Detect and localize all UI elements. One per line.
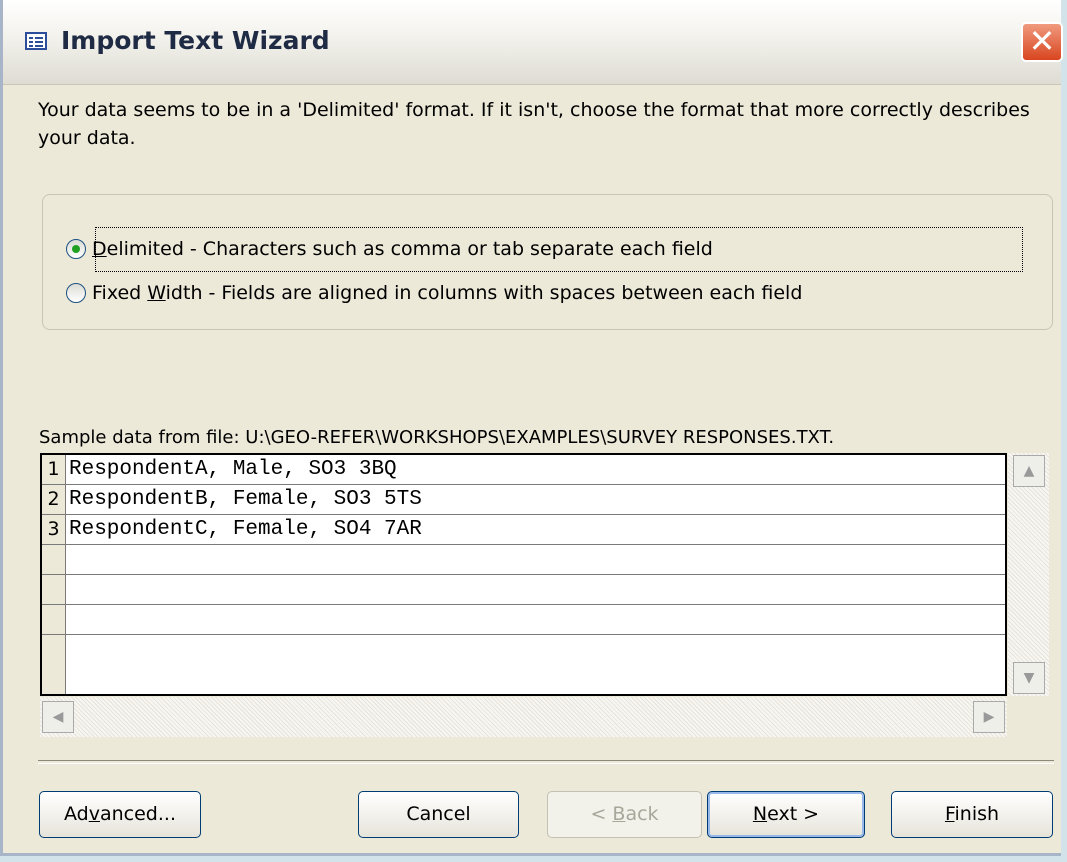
scroll-up-icon[interactable]: ▲ [1013, 455, 1045, 487]
row-number [42, 575, 66, 604]
finish-button[interactable]: Finish [891, 791, 1053, 838]
row-number: 3 [42, 515, 66, 544]
advanced-button[interactable]: Advanced... [39, 791, 201, 838]
table-row [42, 605, 1005, 635]
radio-delimited[interactable]: Delimited - Characters such as comma or … [66, 235, 713, 263]
radio-fixed-width[interactable]: Fixed Width - Fields are aligned in colu… [66, 279, 802, 307]
table-row [42, 575, 1005, 605]
radio-delimited-button[interactable] [66, 239, 86, 259]
row-number [42, 635, 66, 694]
close-button[interactable]: ✕ [1021, 22, 1063, 62]
radio-fixed-width-button[interactable] [66, 283, 86, 303]
import-text-wizard-dialog: Import Text Wizard ✕ Your data seems to … [0, 0, 1063, 856]
sample-preview-grid[interactable]: 1 RespondentA, Male, SO3 3BQ 2 Responden… [40, 453, 1007, 696]
back-button[interactable]: < Back [547, 791, 702, 838]
table-row [42, 635, 1005, 694]
table-row: 3 RespondentC, Female, SO4 7AR [42, 515, 1005, 545]
vertical-scrollbar[interactable]: ▲ ▼ [1008, 453, 1049, 696]
cancel-button[interactable]: Cancel [358, 791, 519, 838]
scroll-left-icon[interactable]: ◀ [42, 701, 74, 733]
sample-data-label: Sample data from file: U:\GEO-REFER\WORK… [39, 427, 835, 448]
button-divider [38, 760, 1054, 764]
horizontal-scrollbar[interactable]: ◀ ▶ [40, 697, 1007, 737]
scroll-down-icon[interactable]: ▼ [1013, 662, 1045, 694]
row-number: 1 [42, 455, 66, 484]
row-text: RespondentC, Female, SO4 7AR [69, 518, 422, 541]
wizard-table-icon [25, 32, 47, 50]
title-bar[interactable]: Import Text Wizard ✕ [3, 0, 1063, 85]
row-text: RespondentA, Male, SO3 3BQ [69, 458, 397, 481]
row-number [42, 545, 66, 574]
row-number [42, 605, 66, 634]
row-number: 2 [42, 485, 66, 514]
table-row: 1 RespondentA, Male, SO3 3BQ [42, 455, 1005, 485]
window-title: Import Text Wizard [61, 26, 330, 55]
intro-text: Your data seems to be in a 'Delimited' f… [38, 99, 1030, 149]
scroll-right-icon[interactable]: ▶ [973, 701, 1005, 733]
table-row: 2 RespondentB, Female, SO3 5TS [42, 485, 1005, 515]
row-text: RespondentB, Female, SO3 5TS [69, 488, 422, 511]
radio-delimited-label[interactable]: Delimited - Characters such as comma or … [92, 238, 713, 260]
table-row [42, 545, 1005, 575]
next-button[interactable]: Next > [707, 791, 865, 838]
radio-fixed-width-label[interactable]: Fixed Width - Fields are aligned in colu… [92, 282, 802, 304]
